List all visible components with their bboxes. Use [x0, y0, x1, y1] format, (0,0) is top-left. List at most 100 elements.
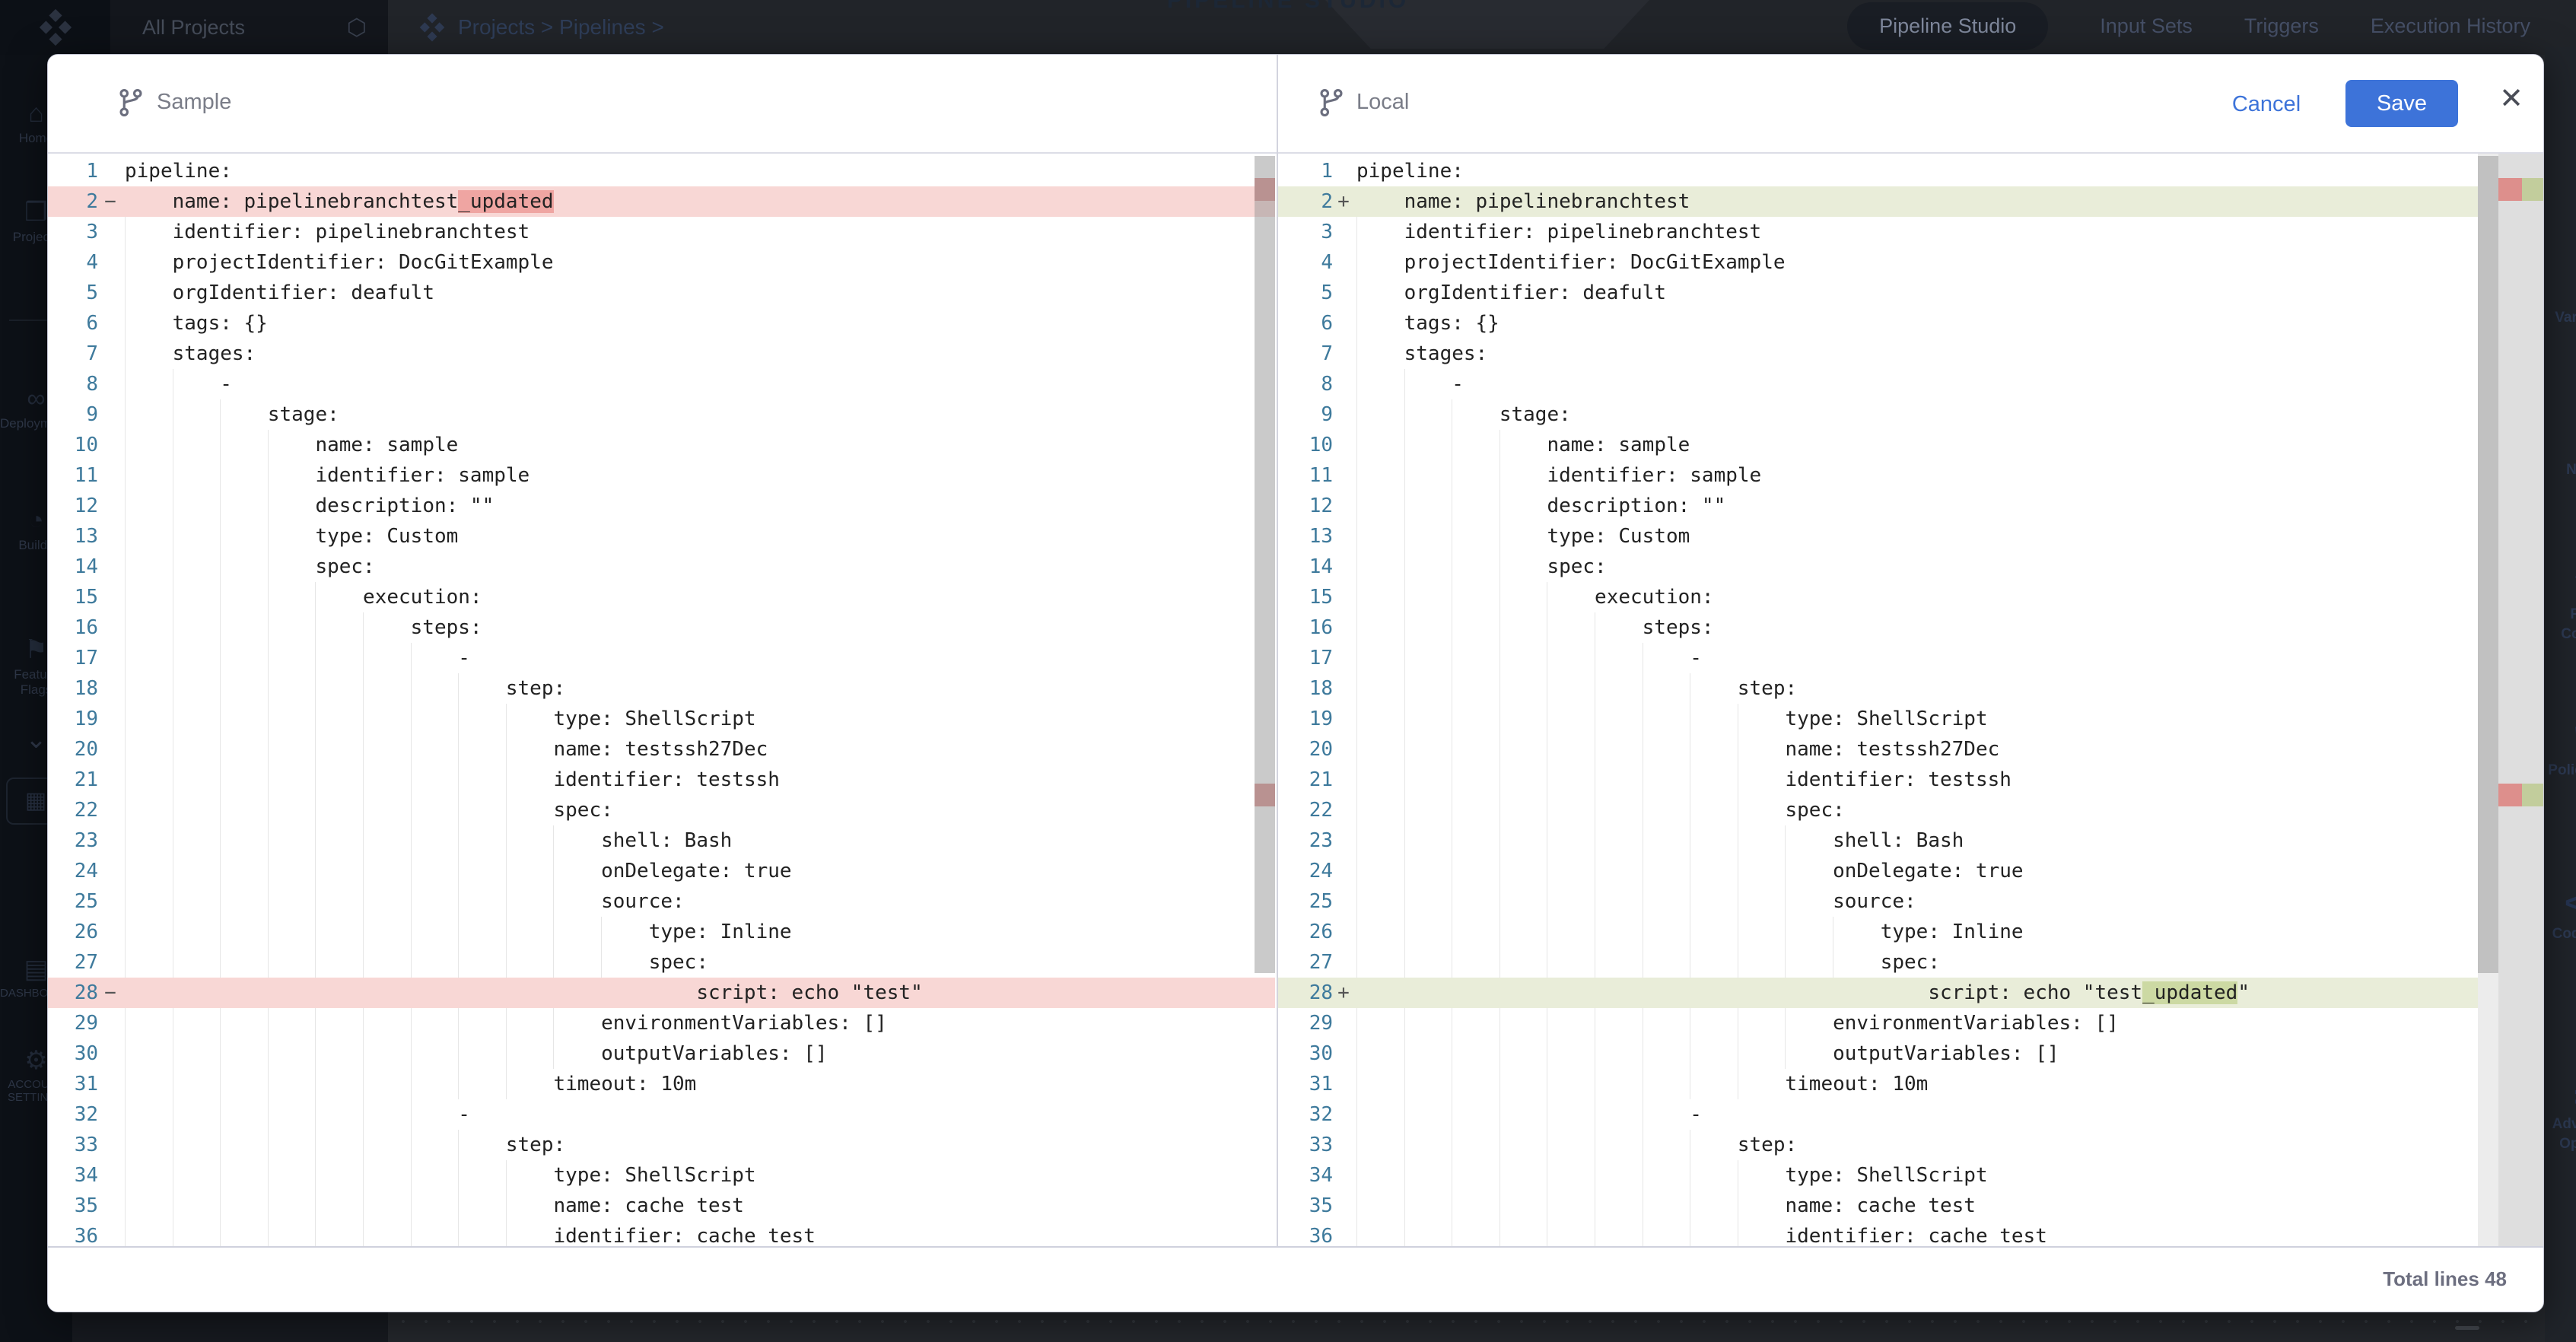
right-scrollbar-thumb[interactable] [2478, 156, 2498, 973]
diff-line: 6tags: {} [48, 308, 1275, 339]
diff-line: 29environmentVariables: [] [48, 1008, 1275, 1038]
diff-line: 11identifier: sample [1278, 460, 2498, 491]
git-branch-icon [115, 87, 147, 122]
advanced-options-icon: ⚏ [2545, 1078, 2576, 1108]
diff-line: 16steps: [1278, 612, 2498, 643]
diff-line: 33step: [48, 1130, 1275, 1160]
module-cube-icon: ⬡ [347, 14, 367, 41]
diff-line: 27spec: [48, 947, 1275, 978]
diff-line: 28−script: echo "test" [48, 978, 1275, 1008]
diff-line: 3identifier: pipelinebranchtest [1278, 217, 2498, 247]
diff-line: 30outputVariables: [] [1278, 1038, 2498, 1069]
diff-line: 22spec: [48, 795, 1275, 825]
diff-line: 20name: testssh27Dec [48, 734, 1275, 765]
diff-line: 34type: ShellScript [1278, 1160, 2498, 1191]
right-pane-title: Local [1356, 90, 1409, 115]
tab-triggers[interactable]: Triggers [2244, 14, 2319, 38]
close-icon[interactable]: ✕ [2490, 78, 2533, 120]
right-rail-item-flow-control[interactable]: ⇅ Flow Control [2545, 568, 2576, 644]
git-branch-icon [1315, 87, 1347, 122]
diff-line: 32- [48, 1099, 1275, 1130]
diff-line: 27spec: [1278, 947, 2498, 978]
diff-line: 30outputVariables: [] [48, 1038, 1275, 1069]
diff-line: 19type: ShellScript [48, 704, 1275, 734]
dialog-footer: Total lines 48 [48, 1248, 2543, 1312]
diff-line: 21identifier: testssh [48, 765, 1275, 795]
diff-line: 8- [1278, 369, 2498, 399]
right-rail-item-variables[interactable]: Σ Variables [2545, 272, 2576, 328]
diff-line: 25source: [1278, 886, 2498, 917]
studio-tabs: Pipeline Studio Input Sets Triggers Executi… [1847, 2, 2530, 50]
flow-control-icon: ⇅ [2545, 568, 2576, 599]
right-rail-item-label: Policy Sets [2545, 761, 2576, 781]
diff-line: 12description: "" [1278, 491, 2498, 521]
diff-line: 36identifier: cache_test [48, 1221, 1275, 1246]
right-rail-item-advanced-options[interactable]: ⚏Advanced Options [2545, 1078, 2576, 1153]
diff-line: 26type: Inline [1278, 917, 2498, 947]
diff-line: 28+script: echo "test_updated" [1278, 978, 2498, 1008]
diff-line: 17- [1278, 643, 2498, 673]
overview-ruler-removed-mark [2498, 178, 2522, 201]
overview-ruler [2498, 154, 2544, 1246]
diff-line: 13type: Custom [48, 521, 1275, 552]
diff-pane-modified[interactable]: 1pipeline:2+name: pipelinebranchtest3ide… [1278, 154, 2498, 1246]
diff-line: 36identifier: cache_test [1278, 1221, 2498, 1246]
top-nav-bar: All Projects ⬡ Projects > Pipelines > PI… [0, 0, 2576, 55]
diff-line: 4projectIdentifier: DocGitExample [1278, 247, 2498, 278]
diff-line: 15execution: [48, 582, 1275, 612]
diff-line: 6tags: {} [1278, 308, 2498, 339]
yaml-diff-dialog: Sample Local Cancel Save ✕ 1pipeline:2−n… [47, 54, 2544, 1312]
right-rail-item-codebase[interactable]: </>Codebase [2545, 888, 2576, 944]
diff-line: 9stage: [48, 399, 1275, 430]
harness-mini-icon [417, 12, 447, 43]
diff-line: 14spec: [1278, 552, 2498, 582]
diff-line: 11identifier: sample [48, 460, 1275, 491]
tab-execution-history[interactable]: Execution History [2371, 14, 2530, 38]
overview-ruler-added-mark [2522, 784, 2544, 806]
diff-line: 26type: Inline [48, 917, 1275, 947]
diff-line: 3identifier: pipelinebranchtest [48, 217, 1275, 247]
diff-line: 1pipeline: [48, 156, 1275, 186]
diff-line: 22spec: [1278, 795, 2498, 825]
left-scrollbar-thumb[interactable] [1255, 156, 1275, 973]
overview-ruler-added-mark [2522, 178, 2544, 201]
diff-line: 18step: [1278, 673, 2498, 704]
diff-line: 7stages: [48, 339, 1275, 369]
diff-line: 35name: cache test [48, 1191, 1275, 1221]
diff-line: 17- [48, 643, 1275, 673]
diff-line: 24onDelegate: true [1278, 856, 2498, 886]
overview-ruler-removed-mark [2498, 784, 2522, 806]
diff-pane-original[interactable]: 1pipeline:2−name: pipelinebranchtest_upd… [48, 154, 1275, 1246]
dialog-header: Sample Local Cancel Save ✕ [48, 55, 2543, 152]
pane-divider [1277, 55, 1278, 1246]
right-rail-item-notify[interactable]: ➤ Notify [2545, 424, 2576, 480]
diff-line: 29environmentVariables: [] [1278, 1008, 2498, 1038]
diff-line: 16steps: [48, 612, 1275, 643]
cancel-button[interactable]: Cancel [2221, 85, 2312, 123]
save-button[interactable]: Save [2345, 80, 2458, 127]
right-rail-item-policy-sets[interactable]: ⛨ Policy Sets [2545, 724, 2576, 781]
total-lines-label: Total lines 48 [2383, 1267, 2507, 1291]
right-rail-item-label: Flow Control [2545, 605, 2576, 644]
diff-line: 23shell: Bash [1278, 825, 2498, 856]
diff-line: 2+name: pipelinebranchtest [1278, 186, 2498, 217]
diff-line: 15execution: [1278, 582, 2498, 612]
diff-line: 23shell: Bash [48, 825, 1275, 856]
tab-pipeline-studio[interactable]: Pipeline Studio [1847, 2, 2048, 50]
tab-input-sets[interactable]: Input Sets [2100, 14, 2193, 38]
diff-lines-original: 1pipeline:2−name: pipelinebranchtest_upd… [48, 156, 1275, 1246]
notify-icon: ➤ [2545, 424, 2576, 454]
policy-sets-icon: ⛨ [2545, 724, 2576, 755]
diff-line: 7stages: [1278, 339, 2498, 369]
diff-line: 24onDelegate: true [48, 856, 1275, 886]
right-rail-item-label: Variables [2545, 308, 2576, 328]
diff-line: 5orgIdentifier: deafult [1278, 278, 2498, 308]
diff-line: 33step: [1278, 1130, 2498, 1160]
right-rail-item-label: Notify [2545, 460, 2576, 480]
diff-line: 21identifier: testssh [1278, 765, 2498, 795]
variables-icon: Σ [2545, 272, 2576, 302]
diff-line: 13type: Custom [1278, 521, 2498, 552]
diff-line: 2−name: pipelinebranchtest_updated [48, 186, 1275, 217]
breadcrumb-text: Projects > Pipelines > [458, 15, 664, 40]
diff-line: 8- [48, 369, 1275, 399]
